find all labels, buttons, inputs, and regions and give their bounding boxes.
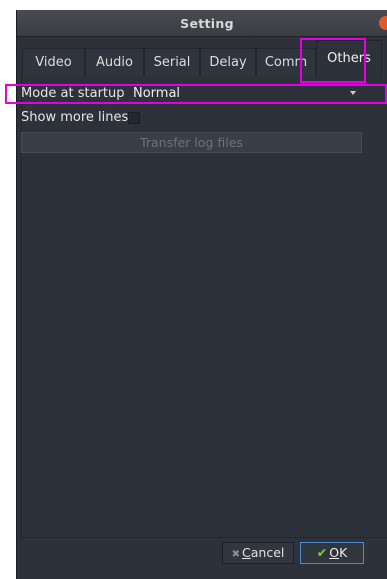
check-icon: ✔ xyxy=(316,545,328,560)
transfer-log-files-button[interactable]: Transfer log files xyxy=(21,132,362,153)
tab-comm[interactable]: Comm xyxy=(256,48,316,76)
tab-delay[interactable]: Delay xyxy=(200,48,256,76)
close-icon[interactable] xyxy=(379,16,387,30)
cancel-button[interactable]: ✖ Cancel xyxy=(222,542,294,564)
window-title: Setting xyxy=(180,16,234,31)
dropdown-arrow-icon xyxy=(350,91,356,95)
cancel-label: ancel xyxy=(250,545,285,560)
ok-label: K xyxy=(339,545,348,560)
cancel-mnemonic: C xyxy=(242,545,251,560)
show-more-lines-checkbox[interactable] xyxy=(128,112,140,124)
x-icon: ✖ xyxy=(231,549,241,560)
mode-at-startup-select[interactable]: Normal xyxy=(130,86,362,102)
show-more-lines-label: Show more lines xyxy=(21,110,129,125)
mode-at-startup-label: Mode at startup xyxy=(21,86,125,101)
ok-button[interactable]: ✔ OK xyxy=(300,542,364,564)
tab-bar: Video Audio Serial Delay Comm Others xyxy=(16,38,387,78)
tab-video[interactable]: Video xyxy=(22,48,85,76)
tab-others[interactable]: Others xyxy=(316,40,382,77)
ok-mnemonic: O xyxy=(329,545,340,560)
tab-serial[interactable]: Serial xyxy=(144,48,200,76)
tab-audio[interactable]: Audio xyxy=(85,48,144,76)
title-bar[interactable]: Setting xyxy=(17,10,387,37)
mode-select-value: Normal xyxy=(133,86,181,101)
